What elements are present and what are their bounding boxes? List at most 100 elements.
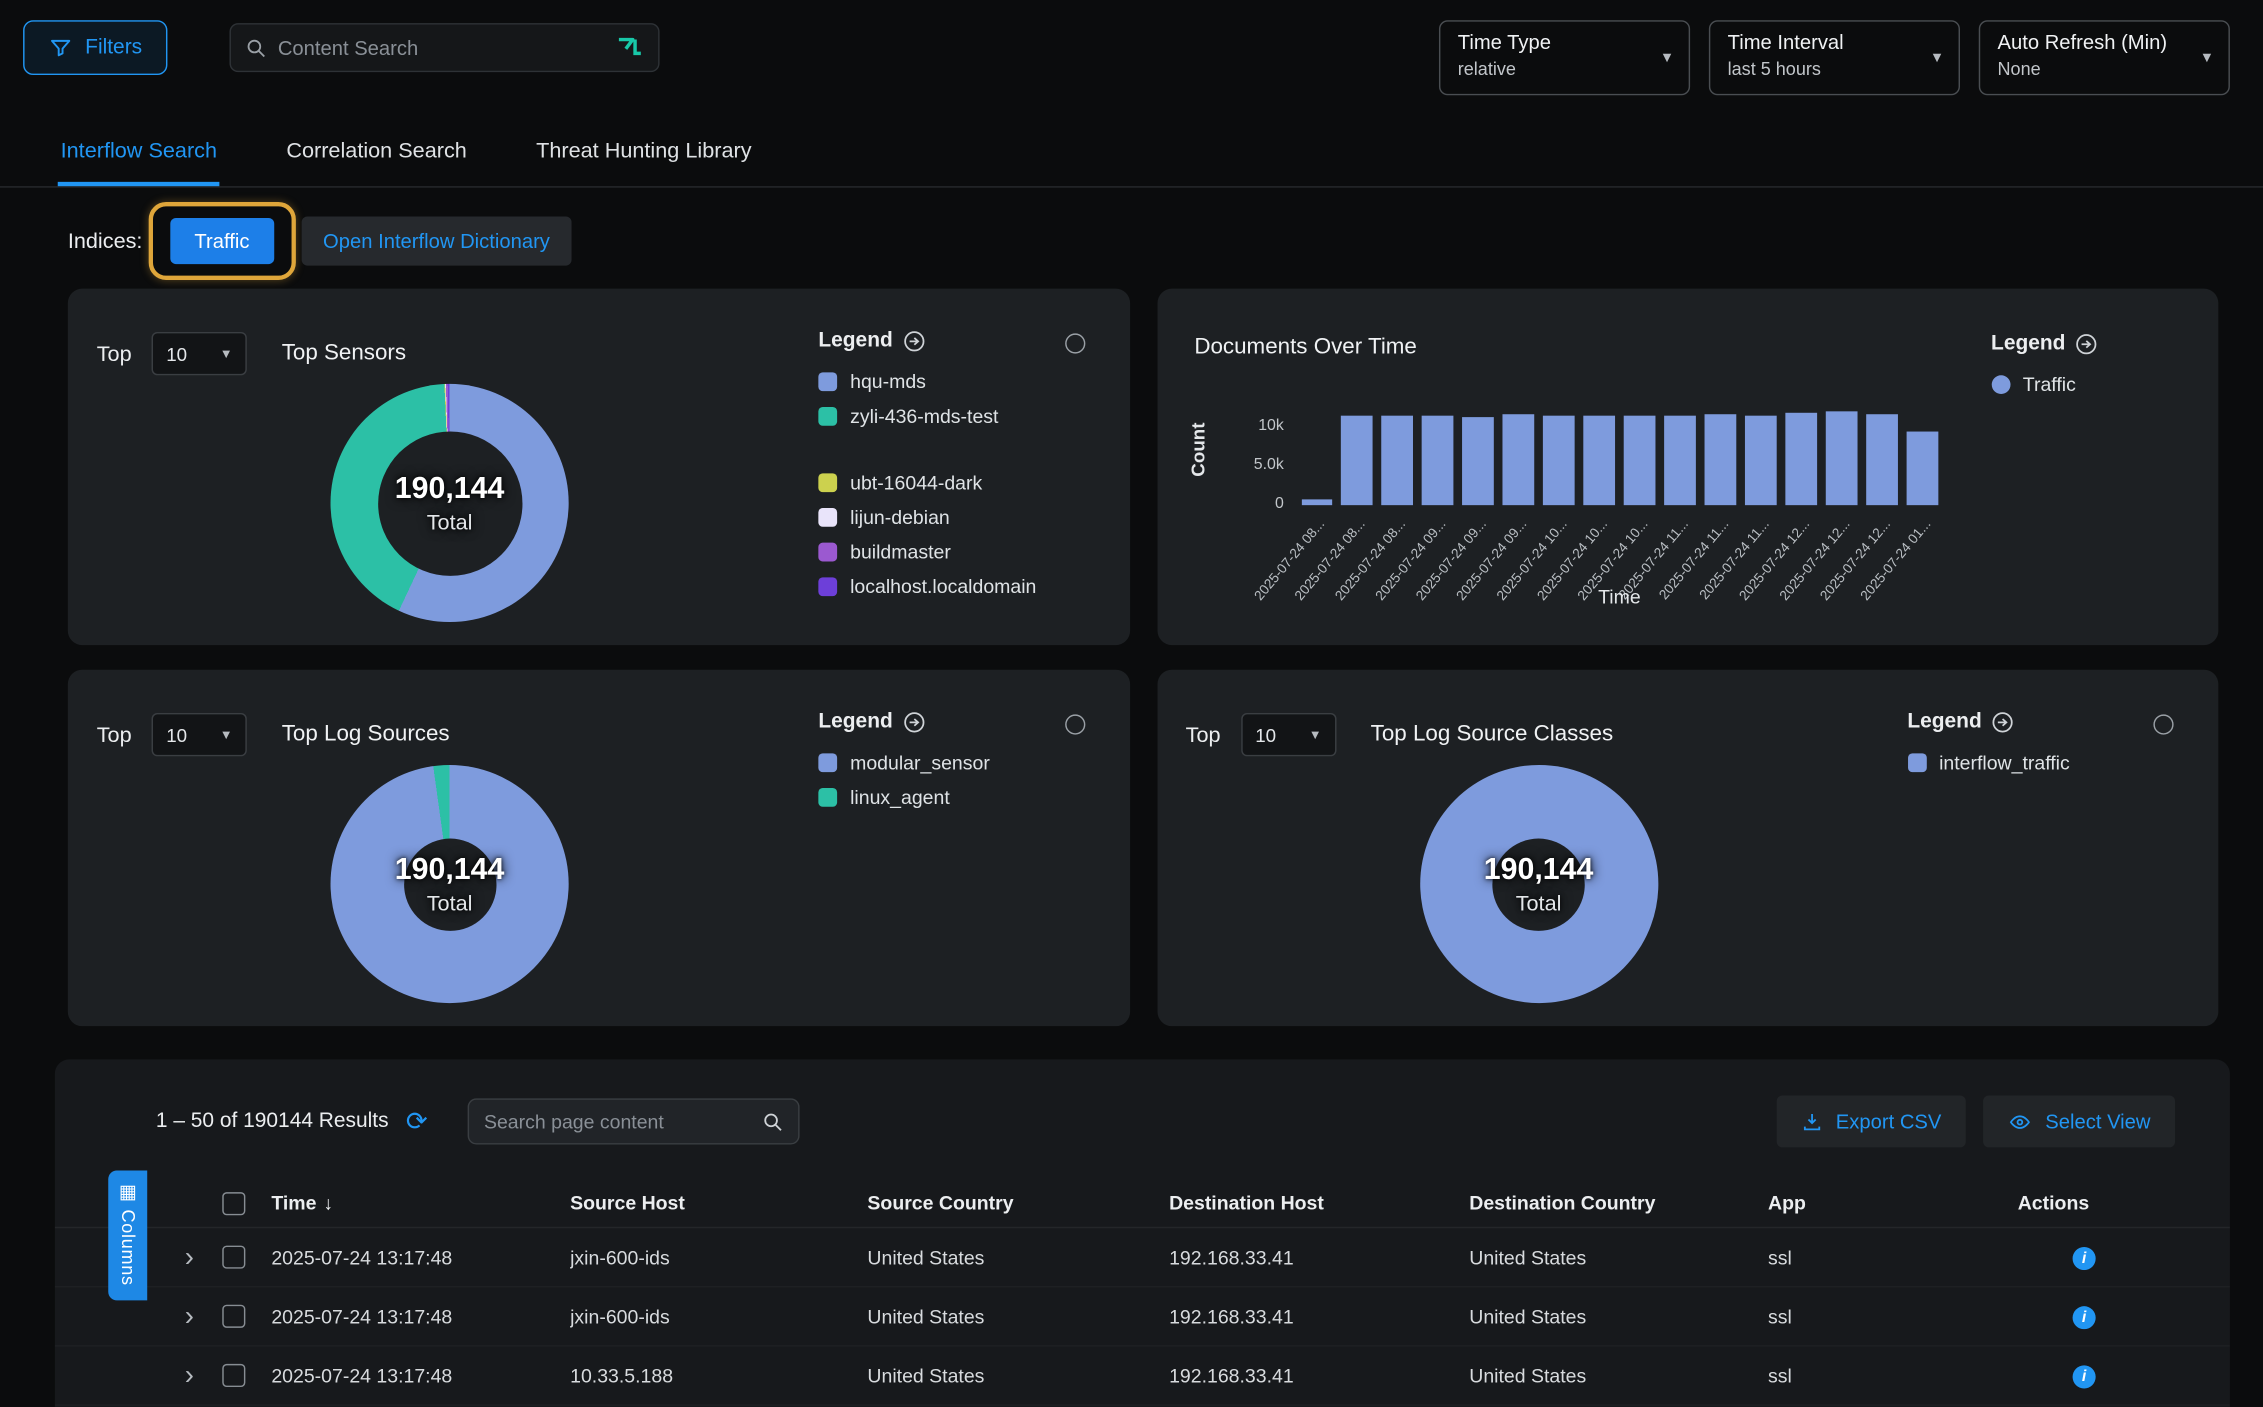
traffic-index-button[interactable]: Traffic xyxy=(170,218,274,264)
bar[interactable] xyxy=(1624,416,1656,505)
filters-button[interactable]: Filters xyxy=(23,20,168,75)
bar[interactable] xyxy=(1503,414,1535,505)
legend-arrow-icon[interactable] xyxy=(903,330,925,352)
refresh-icon[interactable]: ⟳ xyxy=(406,1108,428,1134)
table-row[interactable]: ›2025-07-24 13:17:4810.33.5.188United St… xyxy=(55,1347,2230,1406)
time-type-dropdown[interactable]: Time Type relative ▼ xyxy=(1439,20,1690,95)
open-interflow-dictionary-button[interactable]: Open Interflow Dictionary xyxy=(301,216,571,265)
bar[interactable] xyxy=(1543,416,1575,505)
legend-arrow-icon[interactable] xyxy=(903,711,925,733)
legend-item[interactable]: modular_sensor xyxy=(818,745,1124,780)
y-axis-tick-label: 0 xyxy=(1209,495,1284,512)
results-topline: 1 – 50 of 190144 Results ⟳ Export CSV xyxy=(55,1095,2230,1147)
bar[interactable] xyxy=(1382,416,1414,505)
info-icon[interactable]: i xyxy=(2073,1305,2096,1328)
cell-app: ssl xyxy=(1768,1365,2018,1387)
legend-swatch xyxy=(1907,753,1926,772)
top-log-source-classes-donut-chart[interactable]: 190,144 Total xyxy=(1419,765,1657,1003)
legend-item[interactable]: lijun-debian xyxy=(818,499,1124,534)
time-interval-dropdown[interactable]: Time Interval last 5 hours ▼ xyxy=(1709,20,1960,95)
table-row[interactable]: ›2025-07-24 13:17:48jxin-600-idsUnited S… xyxy=(55,1287,2230,1346)
row-checkbox[interactable] xyxy=(222,1305,245,1328)
header-app[interactable]: App xyxy=(1768,1192,2018,1214)
top-count-select[interactable]: 10 ▼ xyxy=(152,713,247,756)
bar[interactable] xyxy=(1341,416,1373,505)
legend-items: interflow_traffic xyxy=(1907,745,2213,780)
legend-item[interactable]: zyli-436-mds-test xyxy=(818,398,1124,433)
app-root: Filters Time Type relative ▼ Time Interv… xyxy=(0,0,2263,1407)
cell-app: ssl xyxy=(1768,1305,2018,1327)
legend-swatch xyxy=(818,406,837,425)
table-actions: Export CSV Select View xyxy=(1777,1095,2175,1147)
legend-item[interactable]: buildmaster xyxy=(818,534,1124,569)
columns-button-label: Columns xyxy=(118,1209,138,1285)
legend-item[interactable]: ubt-16044-dark xyxy=(818,465,1124,500)
auto-refresh-dropdown[interactable]: Auto Refresh (Min) None ▼ xyxy=(1979,20,2230,95)
bar[interactable] xyxy=(1583,416,1615,505)
bar[interactable] xyxy=(1785,413,1817,505)
bar[interactable] xyxy=(1906,432,1938,506)
export-csv-button[interactable]: Export CSV xyxy=(1777,1095,1966,1147)
cell-source-country: United States xyxy=(867,1365,1169,1387)
results-section: ▦ Columns 1 – 50 of 190144 Results ⟳ Exp… xyxy=(55,1059,2230,1407)
legend-item[interactable]: interflow_traffic xyxy=(1907,745,2213,780)
documents-over-time-bar-chart[interactable] xyxy=(1297,408,1942,505)
legend-arrow-icon[interactable] xyxy=(1992,711,2014,733)
cell-destination-host: 192.168.33.41 xyxy=(1169,1305,1469,1327)
bar[interactable] xyxy=(1664,416,1696,505)
header-source-host[interactable]: Source Host xyxy=(570,1192,867,1214)
tab-threat-hunting-library[interactable]: Threat Hunting Library xyxy=(533,124,754,186)
legend-swatch xyxy=(818,753,837,772)
bar[interactable] xyxy=(1866,414,1898,505)
top-log-sources-donut-chart[interactable]: 190,144 Total xyxy=(331,765,569,1003)
info-icon[interactable]: i xyxy=(2073,1365,2096,1388)
header-time-label: Time xyxy=(271,1192,316,1214)
legend-arrow-icon[interactable] xyxy=(2076,333,2098,355)
table-row[interactable]: ›2025-07-24 13:17:48jxin-600-idsUnited S… xyxy=(55,1228,2230,1287)
bar[interactable] xyxy=(1422,416,1454,505)
row-expand-icon[interactable]: › xyxy=(182,1243,222,1270)
legend-item[interactable]: Traffic xyxy=(1991,367,2218,402)
bar[interactable] xyxy=(1301,499,1333,505)
row-checkbox[interactable] xyxy=(222,1364,245,1387)
legend-item[interactable]: localhost.localdomain xyxy=(818,569,1124,604)
tab-interflow-search[interactable]: Interflow Search xyxy=(58,124,220,186)
donut-center-text: 190,144 Total xyxy=(331,384,569,622)
row-expand-icon[interactable]: › xyxy=(182,1303,222,1330)
page-search-box[interactable] xyxy=(468,1098,800,1144)
select-all-checkbox[interactable] xyxy=(222,1191,245,1214)
header-source-country[interactable]: Source Country xyxy=(867,1192,1169,1214)
select-view-button[interactable]: Select View xyxy=(1983,1095,2175,1147)
panel-collapse-icon[interactable] xyxy=(1064,714,1084,734)
header-time[interactable]: Time↓ xyxy=(271,1192,570,1214)
header-actions: Actions xyxy=(2018,1192,2230,1214)
donut-center-text: 190,144 Total xyxy=(331,765,569,1003)
top-count-value: 10 xyxy=(1255,724,1276,746)
legend-item[interactable]: hqu-mds xyxy=(818,364,1124,399)
panel-top-sensors: Top 10 ▼ Top Sensors Legend hqu-mdszyli-… xyxy=(68,289,1130,645)
bar[interactable] xyxy=(1745,416,1777,505)
bar[interactable] xyxy=(1704,414,1736,505)
top-count-select[interactable]: 10 ▼ xyxy=(152,332,247,375)
total-label: Total xyxy=(427,891,473,916)
content-search-box[interactable] xyxy=(230,23,660,72)
panel-collapse-icon[interactable] xyxy=(2153,714,2173,734)
content-search-input[interactable] xyxy=(278,36,606,59)
bar[interactable] xyxy=(1462,417,1494,505)
dashboard-panels: Top 10 ▼ Top Sensors Legend hqu-mdszyli-… xyxy=(68,289,2219,1027)
bar[interactable] xyxy=(1825,411,1857,505)
top-sensors-donut-chart[interactable]: 190,144 Total xyxy=(331,384,569,622)
top-count-select[interactable]: 10 ▼ xyxy=(1241,713,1336,756)
header-destination-country[interactable]: Destination Country xyxy=(1469,1192,1768,1214)
header-destination-host[interactable]: Destination Host xyxy=(1169,1192,1469,1214)
legend-item[interactable]: linux_agent xyxy=(818,779,1124,814)
row-actions: i xyxy=(2018,1245,2230,1270)
page-search-input[interactable] xyxy=(484,1111,754,1133)
tab-correlation-search[interactable]: Correlation Search xyxy=(283,124,469,186)
row-checkbox[interactable] xyxy=(222,1246,245,1269)
info-icon[interactable]: i xyxy=(2073,1246,2096,1269)
row-expand-icon[interactable]: › xyxy=(182,1362,222,1389)
panel-collapse-icon[interactable] xyxy=(1064,333,1084,353)
total-value: 190,144 xyxy=(395,852,505,887)
columns-button[interactable]: ▦ Columns xyxy=(108,1171,147,1301)
